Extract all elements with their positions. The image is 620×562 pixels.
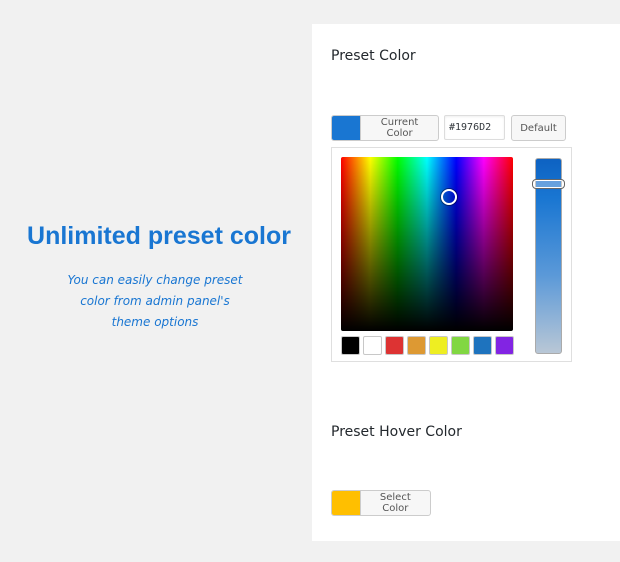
color-picker-handle[interactable] bbox=[441, 189, 457, 205]
select-color-button[interactable]: Select Color bbox=[331, 490, 431, 516]
promo-subtitle-line: color from admin panel's bbox=[80, 294, 230, 308]
preset-color-label: Preset Color bbox=[331, 48, 416, 64]
current-color-button[interactable]: Current Color bbox=[331, 115, 439, 141]
promo-subtitle-line: theme options bbox=[111, 315, 199, 329]
palette-swatch[interactable] bbox=[429, 336, 448, 355]
lightness-slider[interactable] bbox=[532, 158, 565, 354]
promo-subtitle-line: You can easily change preset bbox=[67, 273, 243, 287]
palette-swatch[interactable] bbox=[451, 336, 470, 355]
hover-color-swatch bbox=[332, 491, 361, 515]
promo-subtitle: You can easily change preset color from … bbox=[50, 270, 260, 333]
saturation-value-square[interactable] bbox=[341, 157, 513, 331]
promo-title: Unlimited preset color bbox=[27, 222, 291, 250]
default-button[interactable]: Default bbox=[511, 115, 566, 141]
lightness-slider-handle[interactable] bbox=[532, 179, 565, 189]
color-palette bbox=[341, 336, 514, 355]
palette-swatch[interactable] bbox=[341, 336, 360, 355]
settings-panel: Preset Color Current Color Default Prese… bbox=[312, 24, 620, 541]
current-color-swatch bbox=[332, 116, 362, 140]
preset-hover-color-label: Preset Hover Color bbox=[331, 424, 462, 440]
select-color-button-label: Select Color bbox=[379, 492, 411, 514]
palette-swatch[interactable] bbox=[385, 336, 404, 355]
palette-swatch[interactable] bbox=[363, 336, 382, 355]
palette-swatch[interactable] bbox=[495, 336, 514, 355]
color-picker bbox=[331, 147, 572, 362]
palette-swatch[interactable] bbox=[407, 336, 426, 355]
hex-color-input[interactable] bbox=[444, 115, 505, 140]
palette-swatch[interactable] bbox=[473, 336, 492, 355]
current-color-button-label: Current Color bbox=[380, 117, 419, 139]
